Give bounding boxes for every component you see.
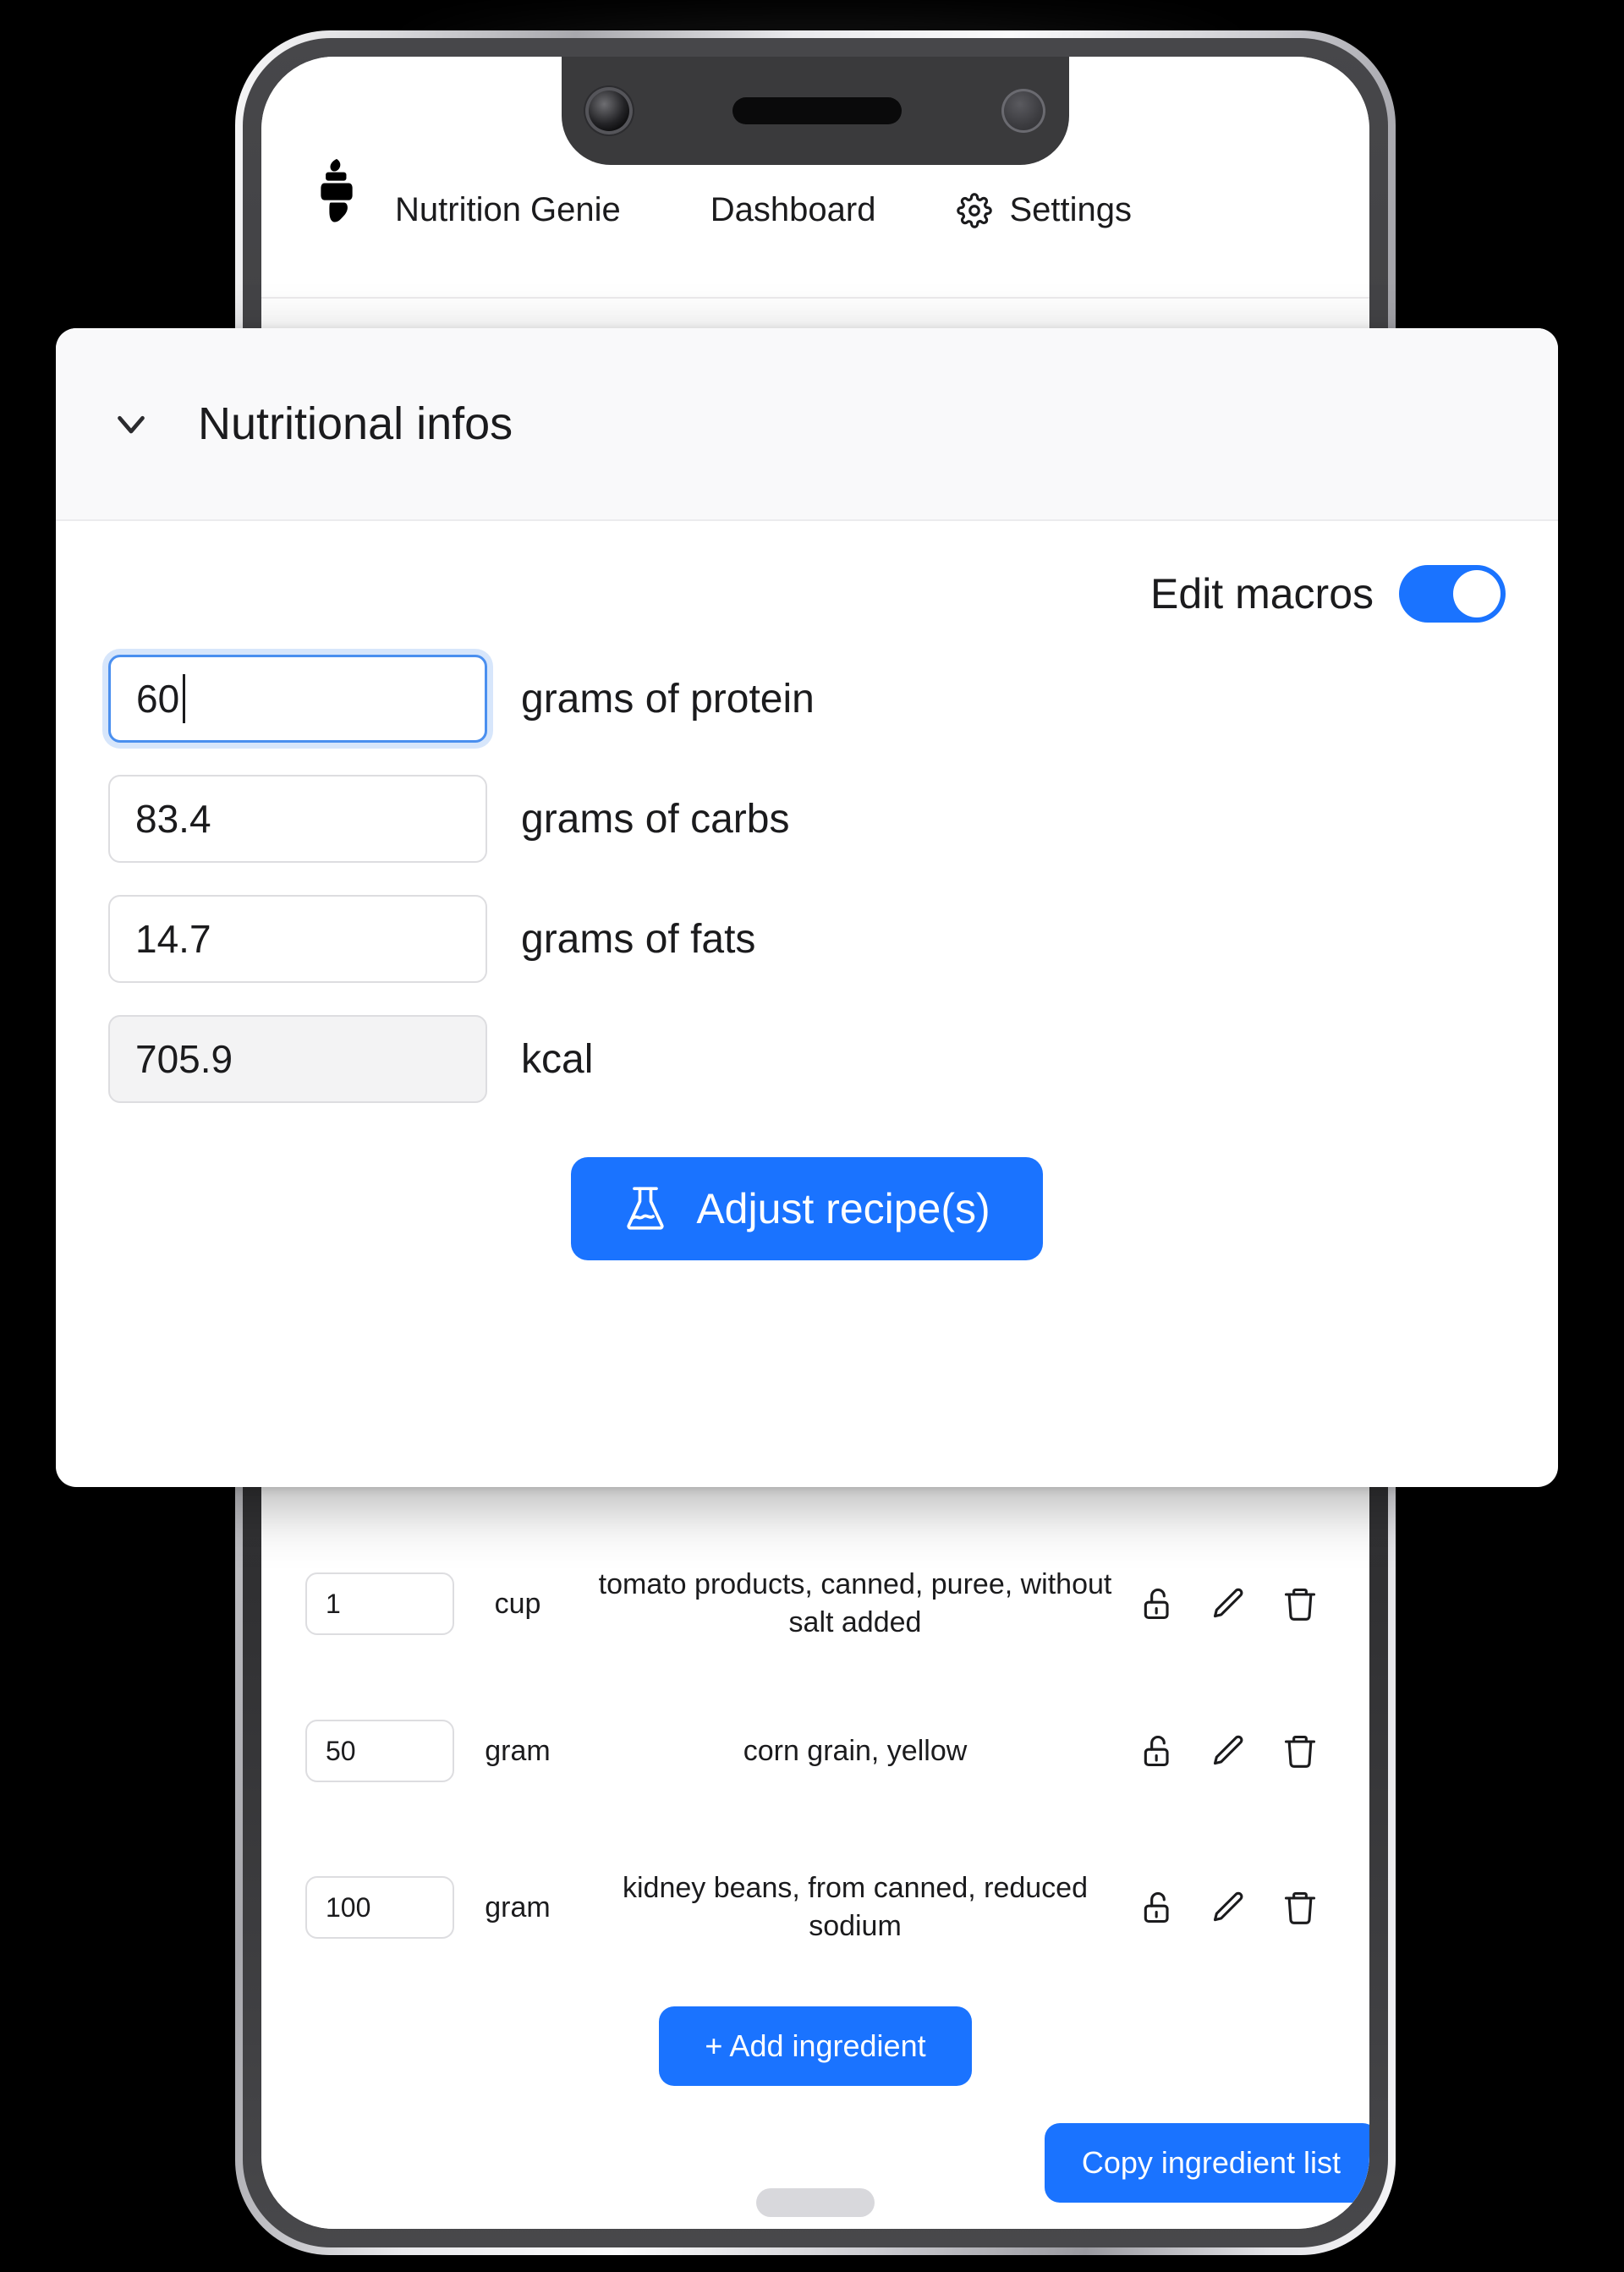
- edit-pencil-icon[interactable]: [1210, 1732, 1248, 1770]
- genie-bottle-icon: [310, 156, 363, 229]
- copy-list-row: Copy ingredient list: [261, 2086, 1369, 2203]
- toggle-knob: [1453, 570, 1501, 617]
- ingredient-name: corn grain, yellow: [743, 1734, 968, 1767]
- nav-item-dashboard[interactable]: Dashboard: [710, 191, 876, 229]
- macro-row-kcal: 705.9 kcal: [108, 1015, 1506, 1103]
- nav-item-settings-label: Settings: [1009, 191, 1133, 228]
- fats-input[interactable]: 14.7: [108, 895, 487, 983]
- earpiece-speaker: [732, 97, 902, 124]
- unlock-icon[interactable]: [1139, 1585, 1177, 1622]
- modal-header[interactable]: Nutritional infos: [56, 328, 1558, 521]
- macro-row-protein: 60 grams of protein: [108, 655, 1506, 743]
- protein-input[interactable]: 60: [108, 655, 487, 743]
- ingredient-actions: [1129, 1732, 1319, 1770]
- copy-ingredient-list-button[interactable]: Copy ingredient list: [1044, 2123, 1369, 2203]
- adjust-recipes-label: Adjust recipe(s): [696, 1185, 990, 1232]
- macro-row-fats: 14.7 grams of fats: [108, 895, 1506, 983]
- carbs-label: grams of carbs: [521, 796, 790, 842]
- adjust-recipe-row: Adjust recipe(s): [108, 1103, 1506, 1260]
- ingredient-name: kidney beans, from canned, reduced sodiu…: [622, 1872, 1088, 1942]
- ingredient-unit: cup: [494, 1587, 541, 1620]
- carbs-input[interactable]: 83.4: [108, 775, 487, 863]
- table-row: 1 cup tomato products, canned, puree, wi…: [261, 1533, 1369, 1675]
- chevron-down-icon[interactable]: [108, 401, 154, 447]
- phone-notch: [562, 57, 1069, 165]
- edit-pencil-icon[interactable]: [1210, 1585, 1248, 1622]
- trash-icon[interactable]: [1281, 1585, 1319, 1622]
- gear-icon: [957, 192, 993, 228]
- edit-pencil-icon[interactable]: [1210, 1889, 1248, 1926]
- home-indicator: [756, 2188, 875, 2217]
- edit-macros-label: Edit macros: [1150, 570, 1374, 617]
- ingredient-actions: [1129, 1585, 1319, 1622]
- protein-value: 60: [136, 677, 180, 721]
- nav-item-settings[interactable]: Settings: [957, 191, 1132, 229]
- table-row: 100 gram kidney beans, from canned, redu…: [261, 1827, 1369, 1988]
- ingredient-list: 1 cup tomato products, canned, puree, wi…: [261, 1533, 1369, 2229]
- edit-macros-toggle[interactable]: [1399, 565, 1506, 623]
- edit-macros-row: Edit macros: [108, 521, 1506, 623]
- protein-label: grams of protein: [521, 676, 815, 722]
- nutritional-infos-modal: Nutritional infos Edit macros 60 grams o…: [56, 328, 1558, 1487]
- front-camera-icon: [585, 87, 633, 134]
- unlock-icon[interactable]: [1139, 1732, 1177, 1770]
- macro-row-carbs: 83.4 grams of carbs: [108, 775, 1506, 863]
- kcal-label: kcal: [521, 1036, 594, 1082]
- flask-icon: [623, 1184, 667, 1233]
- add-ingredient-row: + Add ingredient: [261, 1988, 1369, 2086]
- screenshot-stage: Nutrition Genie Dashboard Settings 1 cup…: [0, 0, 1624, 2272]
- brand-label: Nutrition Genie: [395, 191, 621, 228]
- text-caret: [183, 674, 186, 723]
- ingredient-actions: [1129, 1889, 1319, 1926]
- page-title: Nutritional infos: [198, 398, 513, 449]
- modal-body: Edit macros 60 grams of protein 83.4 gra…: [56, 521, 1558, 1260]
- ingredient-unit: gram: [485, 1734, 551, 1767]
- ingredient-name: tomato products, canned, puree, without …: [598, 1568, 1112, 1638]
- trash-icon[interactable]: [1281, 1889, 1319, 1926]
- unlock-icon[interactable]: [1139, 1889, 1177, 1926]
- ingredient-qty-input[interactable]: 1: [305, 1572, 454, 1635]
- proximity-sensor-icon: [1001, 89, 1045, 133]
- kcal-input: 705.9: [108, 1015, 487, 1103]
- ingredient-unit: gram: [485, 1891, 551, 1924]
- ingredient-qty-input[interactable]: 100: [305, 1876, 454, 1939]
- ingredient-qty-input[interactable]: 50: [305, 1720, 454, 1782]
- table-row: 50 gram corn grain, yellow: [261, 1675, 1369, 1827]
- navbar-divider: [261, 297, 1369, 299]
- trash-icon[interactable]: [1281, 1732, 1319, 1770]
- fats-label: grams of fats: [521, 916, 756, 962]
- add-ingredient-button[interactable]: + Add ingredient: [659, 2006, 972, 2086]
- adjust-recipes-button[interactable]: Adjust recipe(s): [571, 1157, 1043, 1260]
